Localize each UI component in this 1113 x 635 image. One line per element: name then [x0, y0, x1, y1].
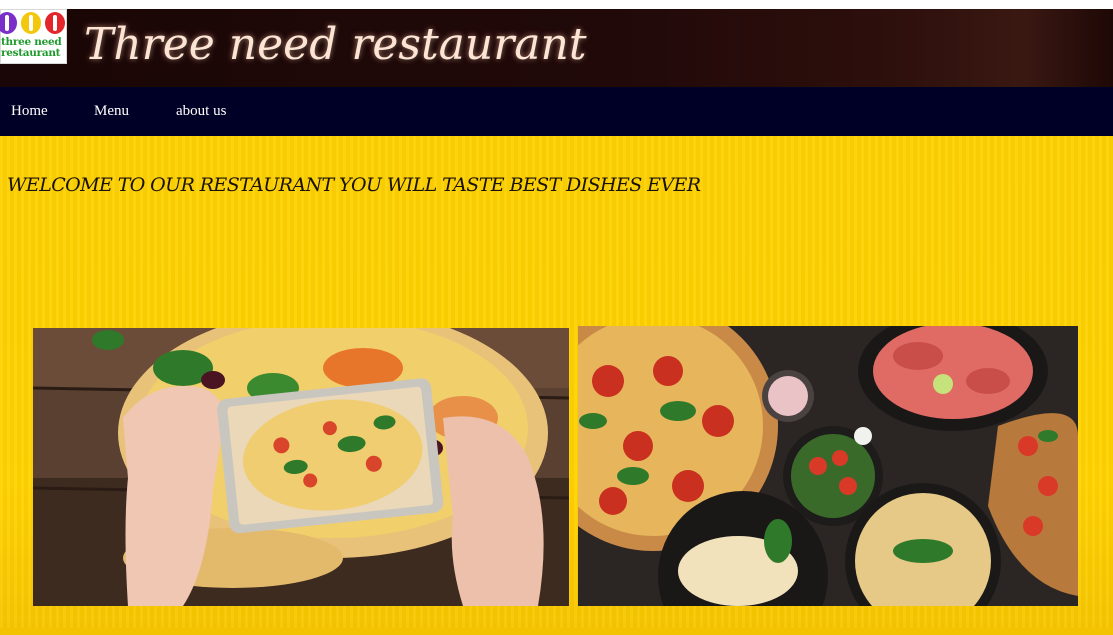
footer-strip: [0, 628, 1113, 635]
main-nav: Home Menu about us: [0, 87, 1113, 136]
restaurant-logo[interactable]: three need restaurant: [0, 9, 67, 64]
nav-about-us-link[interactable]: about us: [176, 101, 226, 121]
main-content: WELCOME TO OUR RESTAURANT YOU WILL TASTE…: [0, 136, 1113, 635]
pizza-and-dishes-table-photo: [578, 326, 1078, 606]
logo-emblem: [0, 12, 68, 34]
nav-menu-link[interactable]: Menu: [94, 101, 129, 121]
logo-text: three need restaurant: [1, 36, 62, 59]
hands-photographing-pizza-photo: [33, 328, 569, 606]
site-title: Three need restaurant: [84, 19, 587, 70]
welcome-heading: WELCOME TO OUR RESTAURANT YOU WILL TASTE…: [7, 174, 701, 196]
nav-home-link[interactable]: Home: [11, 101, 48, 121]
site-header: three need restaurant Three need restaura…: [0, 9, 1113, 87]
